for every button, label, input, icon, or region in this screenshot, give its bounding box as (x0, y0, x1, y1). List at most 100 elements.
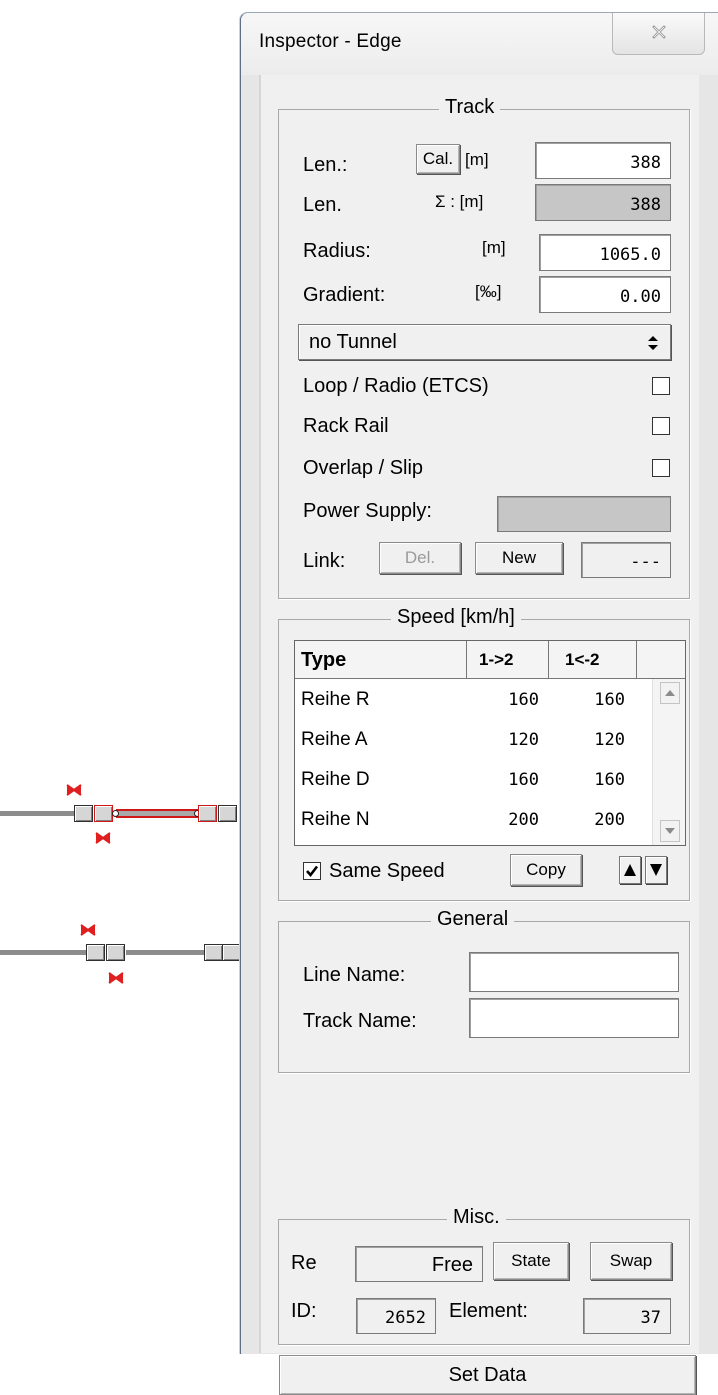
row-type: Reihe R (301, 689, 370, 710)
window-title: Inspector - Edge (259, 31, 402, 52)
gradient-field[interactable]: 0.00 (539, 276, 671, 313)
track-name-input[interactable] (469, 998, 679, 1038)
close-x-icon (651, 25, 666, 39)
len-sum-unit: Σ : [m] (435, 192, 484, 211)
len-sum-value: 388 (630, 195, 661, 215)
same-speed-checkbox[interactable] (303, 862, 321, 880)
gradient-value: 0.00 (620, 287, 661, 307)
re-label: Re (291, 1252, 317, 1274)
element-field: 37 (583, 1298, 671, 1334)
speed-group-label: Speed [km/h] (391, 606, 521, 629)
table-row[interactable]: Reihe A 120 120 (295, 721, 652, 761)
copy-speed-button[interactable]: Copy (510, 854, 582, 886)
move-up-button[interactable] (619, 856, 641, 884)
close-button[interactable] (612, 13, 705, 55)
id-value: 2652 (385, 1308, 426, 1328)
inspector-window: Inspector - Edge Track Len.: Cal. [m] 38… (240, 12, 718, 1395)
link-value: --- (630, 552, 661, 572)
track-node-block[interactable] (106, 944, 125, 961)
speed-group: Speed [km/h] Type 1->2 1<-2 Reihe R 160 … (278, 606, 690, 901)
row-forward-speed: 200 (508, 810, 539, 830)
track-node-block[interactable] (204, 944, 223, 961)
column-header-backward[interactable]: 1<-2 (549, 641, 637, 679)
track-group-label: Track (439, 96, 501, 119)
len-unit: [m] (465, 150, 489, 169)
column-header-type[interactable]: Type (295, 641, 467, 679)
title-bar[interactable]: Inspector - Edge (241, 13, 718, 75)
column-header-spacer (637, 641, 685, 679)
scroll-up-arrow-icon[interactable] (660, 682, 680, 704)
len-field[interactable]: 388 (535, 142, 671, 179)
radius-value: 1065.0 (599, 245, 661, 265)
line-name-label: Line Name: (303, 964, 406, 986)
tunnel-select[interactable]: no Tunnel (298, 324, 671, 360)
track-group: Track Len.: Cal. [m] 388 Len. Σ : [m] 38… (278, 96, 690, 599)
track-node-block-selected[interactable] (94, 805, 113, 822)
checkmark-icon (306, 865, 319, 878)
track-name-label: Track Name: (303, 1010, 417, 1032)
loop-radio-checkbox[interactable] (652, 377, 670, 395)
row-forward-speed: 160 (508, 770, 539, 790)
speed-table[interactable]: Type 1->2 1<-2 Reihe R 160 160 Reihe A 1… (294, 640, 686, 846)
overlap-slip-checkbox[interactable] (652, 459, 670, 477)
loop-radio-label: Loop / Radio (ETCS) (303, 375, 489, 397)
triangle-down-icon (650, 864, 662, 876)
red-signal-marker-icon[interactable] (80, 924, 96, 936)
track-node-block[interactable] (86, 944, 105, 961)
row-forward-speed: 120 (508, 730, 539, 750)
track-segment[interactable] (0, 811, 74, 816)
red-signal-marker-icon[interactable] (108, 972, 124, 984)
move-down-button[interactable] (645, 856, 667, 884)
overlap-slip-label: Overlap / Slip (303, 457, 424, 479)
state-button[interactable]: State (493, 1242, 569, 1280)
table-row[interactable]: Reihe R 160 160 (295, 679, 652, 719)
red-signal-marker-icon[interactable] (66, 784, 82, 796)
radius-field[interactable]: 1065.0 (539, 234, 671, 271)
re-field: Free (355, 1246, 483, 1282)
triangle-up-icon (624, 864, 636, 876)
gradient-label: Gradient: (303, 284, 386, 306)
column-header-forward[interactable]: 1->2 (467, 641, 549, 679)
red-signal-marker-icon[interactable] (95, 832, 111, 844)
element-label: Element: (449, 1300, 528, 1322)
rack-rail-checkbox[interactable] (652, 417, 670, 435)
radius-unit: [m] (482, 238, 506, 257)
general-group-label: General (431, 908, 515, 931)
swap-button[interactable]: Swap (590, 1242, 672, 1280)
line-name-input[interactable] (469, 952, 679, 992)
radius-label: Radius: (303, 240, 371, 262)
link-new-button[interactable]: New (475, 542, 563, 574)
table-row[interactable]: Reihe D 160 160 (295, 761, 652, 801)
power-supply-label: Power Supply: (303, 500, 432, 522)
row-type: Reihe A (301, 729, 368, 750)
general-group: General Line Name: Track Name: (278, 908, 690, 1073)
inspector-client: Track Len.: Cal. [m] 388 Len. Σ : [m] 38… (261, 75, 699, 1395)
power-supply-field (497, 496, 671, 532)
track-segment[interactable] (126, 950, 206, 955)
misc-group: Misc. Re Free State Swap ID: 2652 Elemen… (278, 1206, 690, 1345)
track-node-block[interactable] (222, 944, 241, 961)
scroll-down-arrow-icon[interactable] (660, 820, 680, 842)
speed-table-scrollbar[interactable] (652, 679, 685, 845)
track-segment[interactable] (0, 950, 88, 955)
len-value: 388 (630, 153, 661, 173)
track-node-block[interactable] (74, 805, 93, 822)
table-row[interactable]: Reihe N 200 200 (295, 799, 652, 839)
edge-endpoint-icon (112, 810, 119, 817)
len-label: Len.: (303, 154, 348, 176)
link-delete-button[interactable]: Del. (379, 542, 461, 574)
selected-edge[interactable] (116, 809, 198, 818)
row-backward-speed: 200 (594, 810, 625, 830)
track-canvas[interactable] (0, 0, 241, 1354)
set-data-button[interactable]: Set Data (279, 1355, 696, 1395)
track-node-block[interactable] (218, 805, 237, 822)
gradient-unit: [‰] (475, 282, 502, 301)
track-node-block-selected[interactable] (198, 805, 217, 822)
row-backward-speed: 120 (594, 730, 625, 750)
row-type: Reihe N (301, 809, 370, 830)
row-backward-speed: 160 (594, 770, 625, 790)
id-label: ID: (291, 1300, 317, 1322)
up-down-arrows-icon (648, 336, 658, 350)
rack-rail-label: Rack Rail (303, 415, 389, 437)
calibrate-button[interactable]: Cal. (416, 144, 460, 174)
